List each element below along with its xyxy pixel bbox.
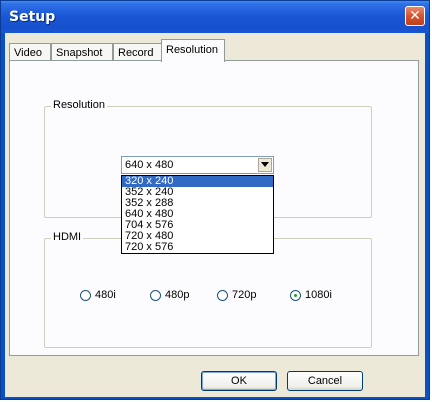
resolution-select-value: 640 x 480 (125, 159, 174, 171)
chevron-down-icon (261, 162, 269, 167)
resolution-group-label: Resolution (51, 99, 107, 111)
window-title: Setup (9, 9, 56, 25)
close-button[interactable]: ✕ (405, 6, 425, 26)
radio-480i-circle (80, 290, 91, 301)
radio-1080i-label: 1080i (305, 289, 332, 301)
resolution-dropdown-list: 320 x 240 352 x 240 352 x 288 640 x 480 … (121, 175, 274, 254)
tab-snapshot[interactable]: Snapshot (51, 43, 113, 61)
title-bar[interactable]: Setup ✕ (1, 1, 429, 33)
resolution-tab-panel: Resolution HDMI 480i 480p 720p 1080i 640… (9, 60, 419, 356)
resolution-select[interactable]: 640 x 480 (121, 156, 274, 174)
radio-720p-circle (217, 290, 228, 301)
radio-480p-circle (150, 290, 161, 301)
radio-720p-label: 720p (232, 289, 257, 301)
hdmi-group-label: HDMI (51, 231, 84, 243)
dialog-body: Video Snapshot Record Resolution Resolut… (5, 33, 425, 397)
setup-dialog: Setup ✕ Video Snapshot Record Resolution… (0, 0, 430, 400)
tab-resolution[interactable]: Resolution (161, 39, 225, 62)
dropdown-option[interactable]: 720 x 576 (122, 242, 273, 253)
radio-480i-label: 480i (95, 289, 116, 301)
radio-selected-dot (294, 294, 297, 297)
tab-video[interactable]: Video (9, 43, 51, 61)
cancel-button[interactable]: Cancel (287, 371, 363, 391)
radio-1080i-circle (290, 290, 301, 301)
tab-record[interactable]: Record (113, 43, 163, 61)
dropdown-arrow-button[interactable] (258, 158, 272, 172)
radio-480p-label: 480p (165, 289, 190, 301)
ok-button[interactable]: OK (201, 371, 277, 391)
close-icon: ✕ (409, 8, 421, 24)
